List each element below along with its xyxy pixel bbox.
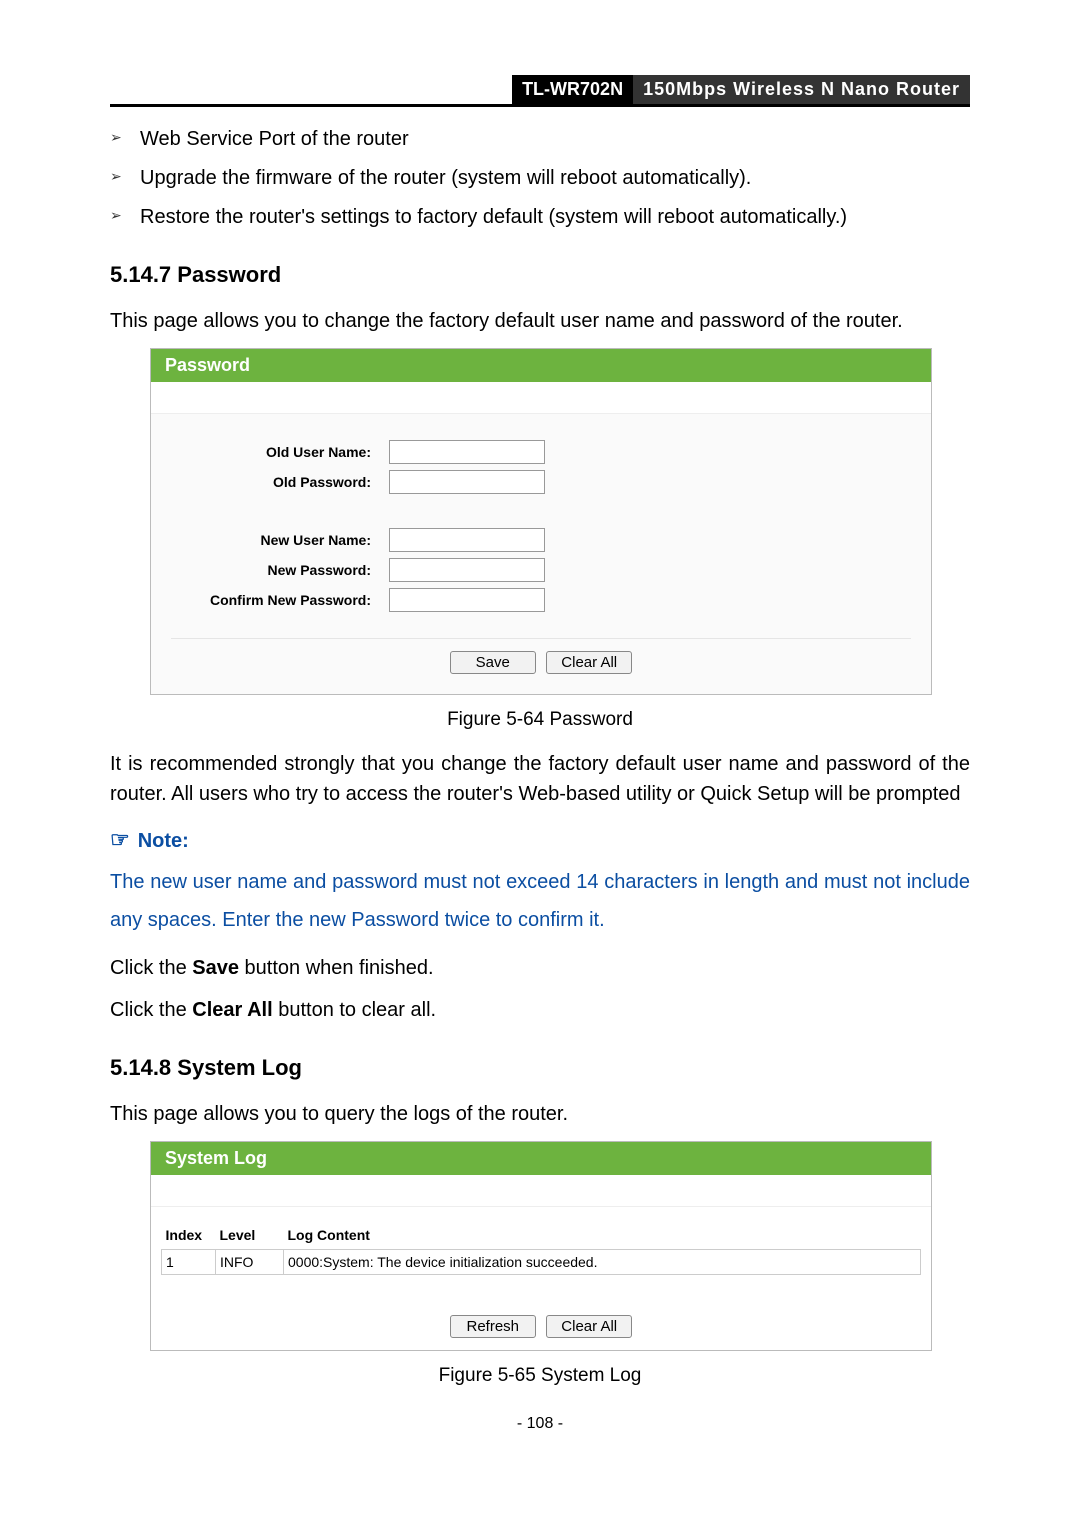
old-user-input[interactable] bbox=[389, 440, 545, 464]
figure-caption-password: Figure 5-64 Password bbox=[110, 709, 970, 731]
panel-header: System Log bbox=[151, 1142, 931, 1176]
model-desc: 150Mbps Wireless N Nano Router bbox=[633, 75, 970, 104]
clear-instruction: Click the Clear All button to clear all. bbox=[110, 995, 970, 1025]
table-row: 1 INFO 0000:System: The device initializ… bbox=[162, 1250, 921, 1275]
new-user-label: New User Name: bbox=[171, 532, 389, 548]
col-content: Log Content bbox=[284, 1221, 921, 1250]
password-form: Old User Name: Old Password: New User Na… bbox=[151, 414, 931, 694]
note-icon: ☞ bbox=[110, 827, 130, 852]
old-pass-label: Old Password: bbox=[171, 474, 389, 490]
log-table: Index Level Log Content 1 INFO 0000:Syst… bbox=[161, 1221, 921, 1275]
clear-all-button[interactable]: Clear All bbox=[546, 1315, 632, 1338]
doc-header: TL-WR702N 150Mbps Wireless N Nano Router bbox=[110, 75, 970, 107]
col-level: Level bbox=[216, 1221, 284, 1250]
note-heading: ☞ Note: bbox=[110, 827, 970, 853]
new-pass-input[interactable] bbox=[389, 558, 545, 582]
password-intro: This page allows you to change the facto… bbox=[110, 306, 970, 336]
save-instruction: Click the Save button when finished. bbox=[110, 953, 970, 983]
list-item: Upgrade the firmware of the router (syst… bbox=[110, 164, 970, 193]
panel-title: System Log bbox=[151, 1142, 281, 1175]
page-number: - 108 - bbox=[110, 1415, 970, 1433]
old-pass-input[interactable] bbox=[389, 470, 545, 494]
figure-caption-systemlog: Figure 5-65 System Log bbox=[110, 1365, 970, 1387]
systemlog-panel: System Log Index Level Log Content 1 INF… bbox=[150, 1141, 932, 1351]
list-item: Web Service Port of the router bbox=[110, 125, 970, 154]
panel-subbar bbox=[151, 1176, 931, 1207]
refresh-button[interactable]: Refresh bbox=[450, 1315, 536, 1338]
password-recommend: It is recommended strongly that you chan… bbox=[110, 749, 970, 809]
old-user-label: Old User Name: bbox=[171, 444, 389, 460]
new-user-input[interactable] bbox=[389, 528, 545, 552]
password-panel: Password Old User Name: Old Password: Ne… bbox=[150, 348, 932, 695]
section-heading-password: 5.14.7 Password bbox=[110, 262, 970, 288]
confirm-pass-input[interactable] bbox=[389, 588, 545, 612]
cell-index: 1 bbox=[162, 1250, 216, 1275]
log-button-row: Refresh Clear All bbox=[161, 1275, 921, 1350]
note-body: The new user name and password must not … bbox=[110, 863, 970, 939]
clear-all-button[interactable]: Clear All bbox=[546, 651, 632, 674]
cell-content: 0000:System: The device initialization s… bbox=[284, 1250, 921, 1275]
list-item: Restore the router's settings to factory… bbox=[110, 203, 970, 232]
password-button-row: Save Clear All bbox=[171, 638, 911, 684]
panel-title: Password bbox=[151, 349, 264, 382]
panel-header: Password bbox=[151, 349, 931, 383]
model-badge: TL-WR702N bbox=[512, 75, 633, 104]
panel-subbar bbox=[151, 383, 931, 414]
new-pass-label: New Password: bbox=[171, 562, 389, 578]
save-button[interactable]: Save bbox=[450, 651, 536, 674]
confirm-pass-label: Confirm New Password: bbox=[171, 592, 389, 608]
cell-level: INFO bbox=[216, 1250, 284, 1275]
note-label: Note: bbox=[138, 830, 189, 852]
systemlog-intro: This page allows you to query the logs o… bbox=[110, 1099, 970, 1129]
col-index: Index bbox=[162, 1221, 216, 1250]
bullet-list: Web Service Port of the router Upgrade t… bbox=[110, 125, 970, 232]
section-heading-systemlog: 5.14.8 System Log bbox=[110, 1055, 970, 1081]
table-header-row: Index Level Log Content bbox=[162, 1221, 921, 1250]
